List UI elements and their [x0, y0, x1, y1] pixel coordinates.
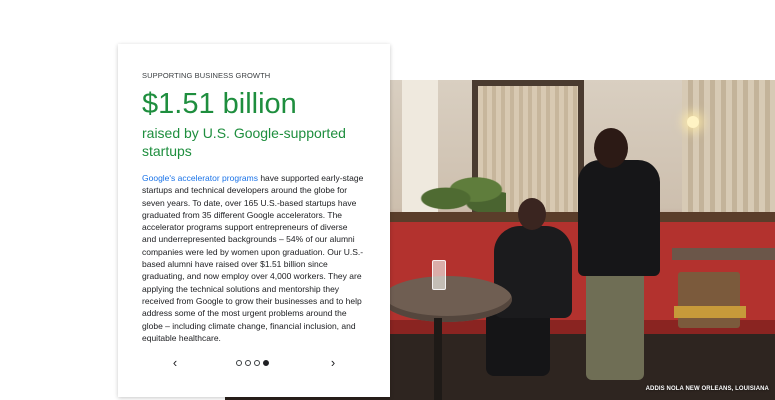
photo-chair-back [678, 272, 740, 328]
chevron-left-icon: ‹ [172, 355, 178, 370]
photo-caption: ADDIS NOLA NEW ORLEANS, LOUISIANA [645, 386, 769, 392]
photo-table-leg [434, 318, 442, 400]
carousel-nav: ‹ › [118, 356, 390, 372]
carousel-dot-3[interactable] [254, 360, 260, 366]
carousel-dot-1[interactable] [236, 360, 242, 366]
photo-chair-seat [674, 306, 746, 318]
card-subheadline: raised by U.S. Google-supported startups [142, 125, 346, 159]
photo-standing-person-head [594, 128, 628, 168]
card-headline: $1.51 billion [142, 88, 297, 120]
card-body: Google's accelerator programs have suppo… [142, 172, 364, 344]
photo-back-table [672, 248, 775, 260]
photo-lamp [687, 116, 699, 128]
photo-standing-person-legs [586, 268, 644, 380]
carousel-dots [236, 360, 269, 366]
carousel-next-button[interactable]: › [326, 356, 340, 370]
photo-seated-person-head [518, 198, 546, 230]
carousel-dot-4[interactable] [263, 360, 269, 366]
carousel-prev-button[interactable]: ‹ [168, 356, 182, 370]
photo-glass [432, 260, 446, 290]
card-body-text: have supported early-stage startups and … [142, 173, 364, 343]
carousel-dot-2[interactable] [245, 360, 251, 366]
chevron-right-icon: › [330, 355, 336, 370]
card-eyebrow: SUPPORTING BUSINESS GROWTH [142, 71, 271, 80]
photo-curtain-wall [682, 80, 775, 230]
photo-plant [420, 172, 506, 216]
photo-standing-person [578, 160, 660, 276]
accelerator-programs-link[interactable]: Google's accelerator programs [142, 173, 258, 183]
stat-card: SUPPORTING BUSINESS GROWTH $1.51 billion… [118, 44, 390, 397]
restaurant-photo: ADDIS NOLA NEW ORLEANS, LOUISIANA [390, 80, 775, 400]
